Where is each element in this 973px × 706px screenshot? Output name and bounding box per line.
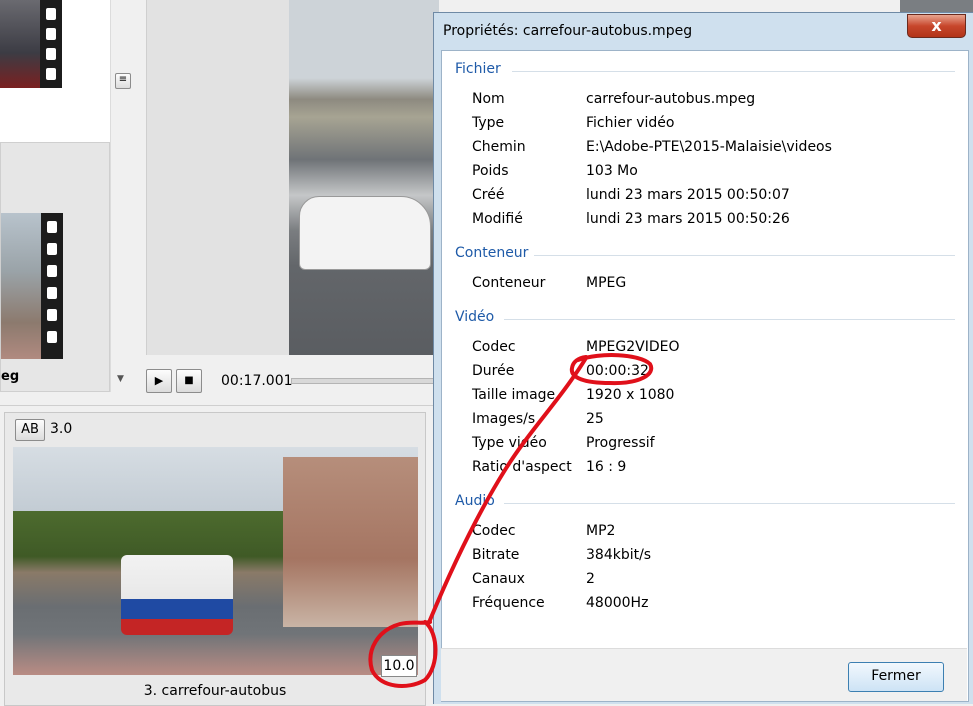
annotation-circle-badge [368,620,438,688]
annotation-connector-line [428,356,588,622]
annotation-overlay [368,353,654,688]
